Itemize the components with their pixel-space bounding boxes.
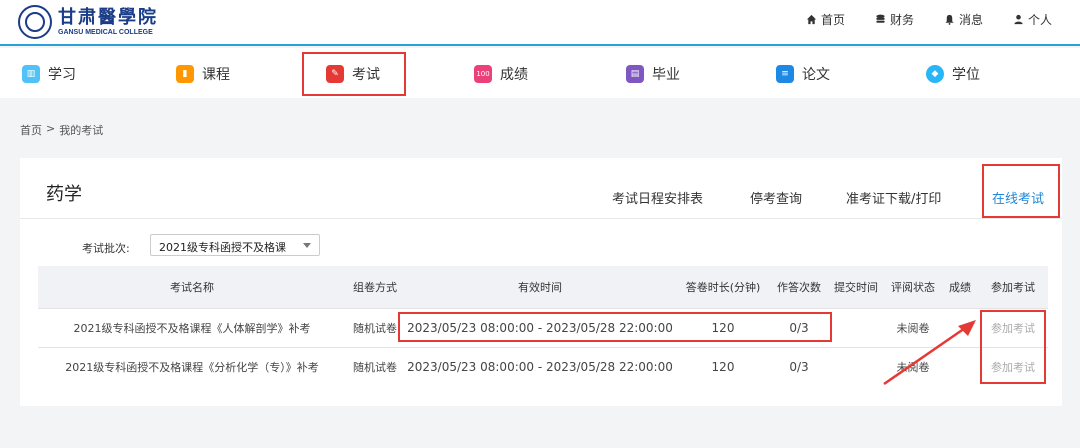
main-nav: ▥ 学习 ▮ 课程 ✎ 考试 100 成绩 ▤ 毕业 ≡ 论文 ◆ 学位: [0, 48, 1080, 98]
header-join: 参加考试: [978, 266, 1048, 308]
degree-icon: ◆: [926, 65, 944, 83]
nav-item-course-label: 课程: [202, 67, 230, 83]
breadcrumb: 首页 > 我的考试: [20, 122, 103, 138]
exam-method: 随机试卷: [346, 346, 404, 386]
top-link-home[interactable]: 首页: [806, 11, 845, 28]
tab-exam-suspension[interactable]: 停考查询: [750, 188, 802, 207]
college-seal-icon: [18, 5, 52, 39]
logo-chinese-name: 甘肃醫學院: [58, 6, 158, 28]
database-icon: [876, 14, 885, 23]
header-attempts: 作答次数: [770, 266, 828, 308]
top-link-messages-label: 消息: [958, 13, 983, 27]
time-range-highlight-box: [398, 312, 832, 342]
breadcrumb-current: 我的考试: [59, 124, 104, 137]
top-link-profile-label: 个人: [1027, 13, 1052, 27]
nav-item-score[interactable]: 100 成绩: [474, 64, 528, 84]
study-icon: ▥: [22, 65, 40, 83]
header-method: 组卷方式: [346, 266, 404, 308]
logo-english-name: GANSU MEDICAL COLLEGE: [58, 28, 153, 36]
breadcrumb-home[interactable]: 首页: [20, 122, 42, 138]
course-icon: ▮: [176, 65, 194, 83]
tab-admission-ticket[interactable]: 准考证下载/打印: [846, 188, 941, 207]
header-exam-name: 考试名称: [38, 266, 346, 308]
top-link-finance-label: 财务: [889, 13, 914, 27]
bell-icon: [945, 14, 954, 25]
exam-name: 2021级专科函授不及格课程《分析化学（专）》补考: [38, 346, 346, 386]
top-link-profile[interactable]: 个人: [1013, 11, 1052, 28]
tab-exam-schedule[interactable]: 考试日程安排表: [612, 188, 703, 207]
batch-label: 考试批次:: [82, 242, 130, 255]
exam-name: 2021级专科函授不及格课程《人体解剖学》补考: [38, 307, 346, 347]
college-logo[interactable]: 甘肃醫學院 GANSU MEDICAL COLLEGE: [18, 4, 158, 40]
exam-nav-highlight-box: [302, 52, 406, 96]
top-link-home-label: 首页: [820, 13, 845, 27]
join-exam-highlight-box: [980, 310, 1046, 384]
nav-item-score-label: 成绩: [500, 67, 528, 83]
nav-item-degree[interactable]: ◆ 学位: [926, 64, 980, 84]
table-header-row: 考试名称 组卷方式 有效时间 答卷时长(分钟) 作答次数 提交时间 评阅状态 成…: [38, 266, 1048, 308]
nav-item-study[interactable]: ▥ 学习: [22, 64, 76, 84]
exam-duration: 120: [676, 346, 770, 386]
nav-item-graduation[interactable]: ▤ 毕业: [626, 64, 680, 84]
annotation-arrow-icon: [883, 320, 976, 386]
header-valid-time: 有效时间: [404, 266, 676, 308]
nav-item-graduation-label: 毕业: [652, 67, 680, 83]
top-link-messages[interactable]: 消息: [944, 11, 983, 28]
chevron-down-icon: [303, 243, 311, 248]
exam-method: 随机试卷: [346, 307, 404, 347]
top-link-finance[interactable]: 财务: [875, 11, 914, 28]
nav-item-thesis-label: 论文: [802, 67, 830, 83]
header-duration: 答卷时长(分钟): [676, 266, 770, 308]
header-score: 成绩: [942, 266, 978, 308]
header-submit-time: 提交时间: [828, 266, 884, 308]
panel-tabs: 考试日程安排表 停考查询 准考证下载/打印 在线考试: [20, 188, 1062, 208]
score-icon: 100: [474, 65, 492, 83]
nav-item-study-label: 学习: [48, 67, 76, 83]
nav-item-degree-label: 学位: [952, 67, 980, 83]
user-icon: [1014, 14, 1023, 25]
exam-valid-time: 2023/05/23 08:00:00 - 2023/05/28 22:00:0…: [404, 346, 676, 386]
batch-select[interactable]: 2021级专科函授不及格课: [150, 234, 320, 256]
nav-item-thesis[interactable]: ≡ 论文: [776, 64, 830, 84]
graduate-icon: ▤: [626, 65, 644, 83]
breadcrumb-separator: >: [46, 122, 56, 135]
panel-divider: [20, 218, 1062, 219]
batch-select-value: 2021级专科函授不及格课: [159, 241, 286, 254]
header-review-status: 评阅状态: [884, 266, 942, 308]
online-exam-highlight-box: [982, 164, 1060, 218]
exam-attempts: 0/3: [770, 346, 828, 386]
exam-submit-time: [828, 307, 884, 347]
exam-submit-time: [828, 346, 884, 386]
paper-icon: ≡: [776, 65, 794, 83]
nav-item-course[interactable]: ▮ 课程: [176, 64, 230, 84]
top-links: 首页 财务 消息 个人: [806, 11, 1052, 28]
home-icon: [806, 14, 817, 25]
top-header: 甘肃醫學院 GANSU MEDICAL COLLEGE 首页 财务 消息 个人: [0, 0, 1080, 46]
